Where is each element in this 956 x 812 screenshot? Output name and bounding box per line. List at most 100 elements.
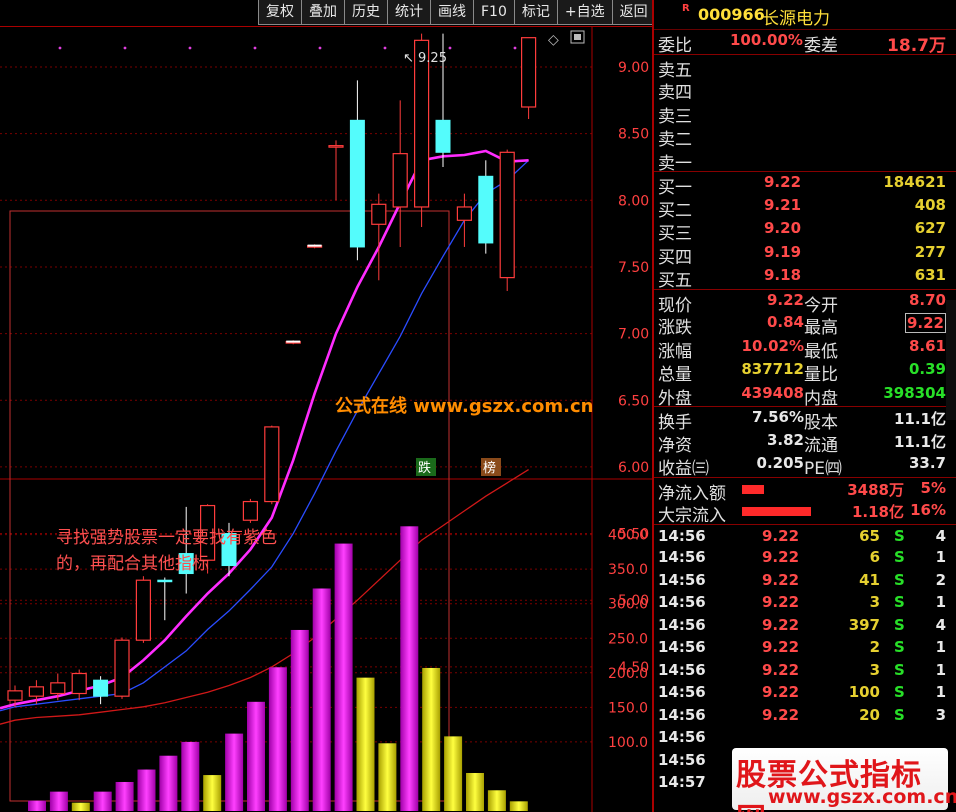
fund-value: 3.82 [766,430,804,449]
tick-time: 14:56 [658,705,706,724]
flow-row: 净流入额 3488万 5% [654,476,956,504]
buy-level-label: 买四 [658,247,692,268]
candle-body-up [71,672,87,695]
candle-body-down [157,579,173,583]
flow-percent: 5% [920,478,946,497]
buy-level-label: 买二 [658,200,692,221]
tick-row: 14:56 9.22 20 S 3 [654,704,956,727]
buy-level-volume: 184621 [883,173,946,191]
chart-note-line2: 的，再配合其他指标 [56,554,209,574]
tick-time: 14:57 [658,773,706,791]
quote-stat-row: 涨跌 0.84 最高 9.22 [654,312,956,338]
buy-level-label: 买三 [658,224,692,244]
tick-row: 14:56 9.22 3 S 1 [654,591,956,614]
tick-count: 4 [935,526,946,545]
price-axis-label: 6.00 [618,460,649,476]
fundamental-row: 净资 3.82 流通 11.1亿 [654,430,956,456]
stock-marker: R [682,3,690,14]
flow-value: 1.18亿 [851,503,904,521]
buy-level-price: 9.21 [764,195,802,214]
chart-toolbar: 复权 叠加 历史 统计 画线 F10 标记 +自选 返回 [258,0,656,25]
tick-time: 14:56 [658,548,706,566]
weibi-row: 委比 100.00% 委差 18.7万 [654,30,956,56]
tick-count: 1 [935,683,946,701]
tick-side: S [894,705,905,724]
flow-bar [742,507,811,516]
stat-label: 涨跌 [658,318,692,338]
flow-label: 大宗流入 [658,506,726,526]
signal-dot [383,46,387,50]
buy-level-price: 9.19 [764,242,802,261]
stock-title-bar[interactable]: R 000966 长源电力 [654,0,956,30]
toolbar-button[interactable]: 画线 [430,0,474,25]
volume-bar-purple [137,769,156,811]
volume-bar-purple [225,733,244,811]
volume-bar-purple [93,791,112,811]
toolbar-button[interactable]: F10 [473,0,515,25]
sell-level-label: 卖一 [658,153,692,174]
signal-dot [448,46,452,50]
toolbar-button[interactable]: 复权 [258,0,302,25]
tick-row: 14:56 9.22 41 S 2 [654,569,956,592]
buy-level-volume: 631 [914,266,946,284]
price-axis-label: 8.50 [618,127,649,143]
volume-bar-purple [268,667,287,811]
sell-level-row: 卖一 [654,148,956,174]
stat-label: 内盘 [804,388,838,409]
kline-chart-panel[interactable]: 9.00 8.50 8.00 7.50 7.00 6.50 6.00 5.50 5.00 4.50… [0,26,652,812]
sell-level-row: 卖三 [654,101,956,127]
kline-chart[interactable]: 9.008.508.007.507.006.506.005.505.004.50… [0,26,652,812]
volume-bar-yellow [378,743,397,811]
signal-dot [513,46,517,50]
buy-level-label: 买五 [658,271,692,291]
toolbar-button[interactable]: 叠加 [301,0,345,25]
toolbar-button[interactable]: 统计 [387,0,431,25]
toolbar-button[interactable]: 返回 [611,0,656,25]
tick-time: 14:56 [658,728,706,746]
candle-body-up [135,579,151,641]
weibi-value: 100.00% [730,31,803,49]
tick-side: S [894,593,905,611]
tick-count: 1 [935,660,946,679]
volume-bar-purple [159,755,178,811]
toolbar-button[interactable]: 标记 [513,0,558,25]
stat-value: 0.39 [908,360,946,378]
candle-body-down [478,175,494,244]
volume-bar-purple [334,543,353,811]
tick-price: 9.22 [762,660,800,679]
candle-body-up [264,426,280,503]
volume-axis-label: 300.0 [608,597,648,613]
candle-body-up [50,682,66,695]
volume-bar-yellow [487,790,506,811]
flow-row: 大宗流入 1.18亿 16% [654,500,956,526]
volume-axis-label: 250.0 [608,631,648,647]
tick-time: 14:56 [658,570,706,589]
stat-label: 涨幅 [658,341,692,362]
stock-code: 000966 [698,5,765,24]
stat-label: 量比 [804,365,838,385]
tick-row: 14:56 9.22 6 S 1 [654,546,956,569]
panel-scrollbar[interactable] [946,300,956,420]
tick-volume: 41 [859,570,880,589]
buy-level-price: 9.22 [764,173,802,191]
quote-panel: R 000966 长源电力 委比 100.00% 委差 18.7万 卖五 卖四 卖三卖… [652,0,956,812]
tick-count: 4 [935,615,946,634]
stat-value: 9.22 [766,290,804,309]
volume-bar-yellow [422,667,441,811]
toolbar-button[interactable]: +自选 [556,0,613,25]
sell-level-label: 卖三 [658,106,692,127]
signal-dot [123,46,127,50]
candle-body-up [371,203,387,225]
stat-label: 最高 [804,318,838,338]
diamond-icon: ◇ [548,32,559,48]
buy-level-row: 买二 9.21 408 [654,195,956,221]
stat-label: 总量 [658,365,692,385]
tick-time: 14:56 [658,683,706,701]
buy-level-row: 买一 9.22 184621 [654,171,956,198]
weicha-value: 18.7万 [887,36,946,56]
tick-time: 14:56 [658,526,706,545]
volume-bar-purple [290,629,309,811]
tick-count: 1 [935,638,946,656]
toolbar-button[interactable]: 历史 [344,0,388,25]
tick-row: 14:56 [654,726,956,749]
